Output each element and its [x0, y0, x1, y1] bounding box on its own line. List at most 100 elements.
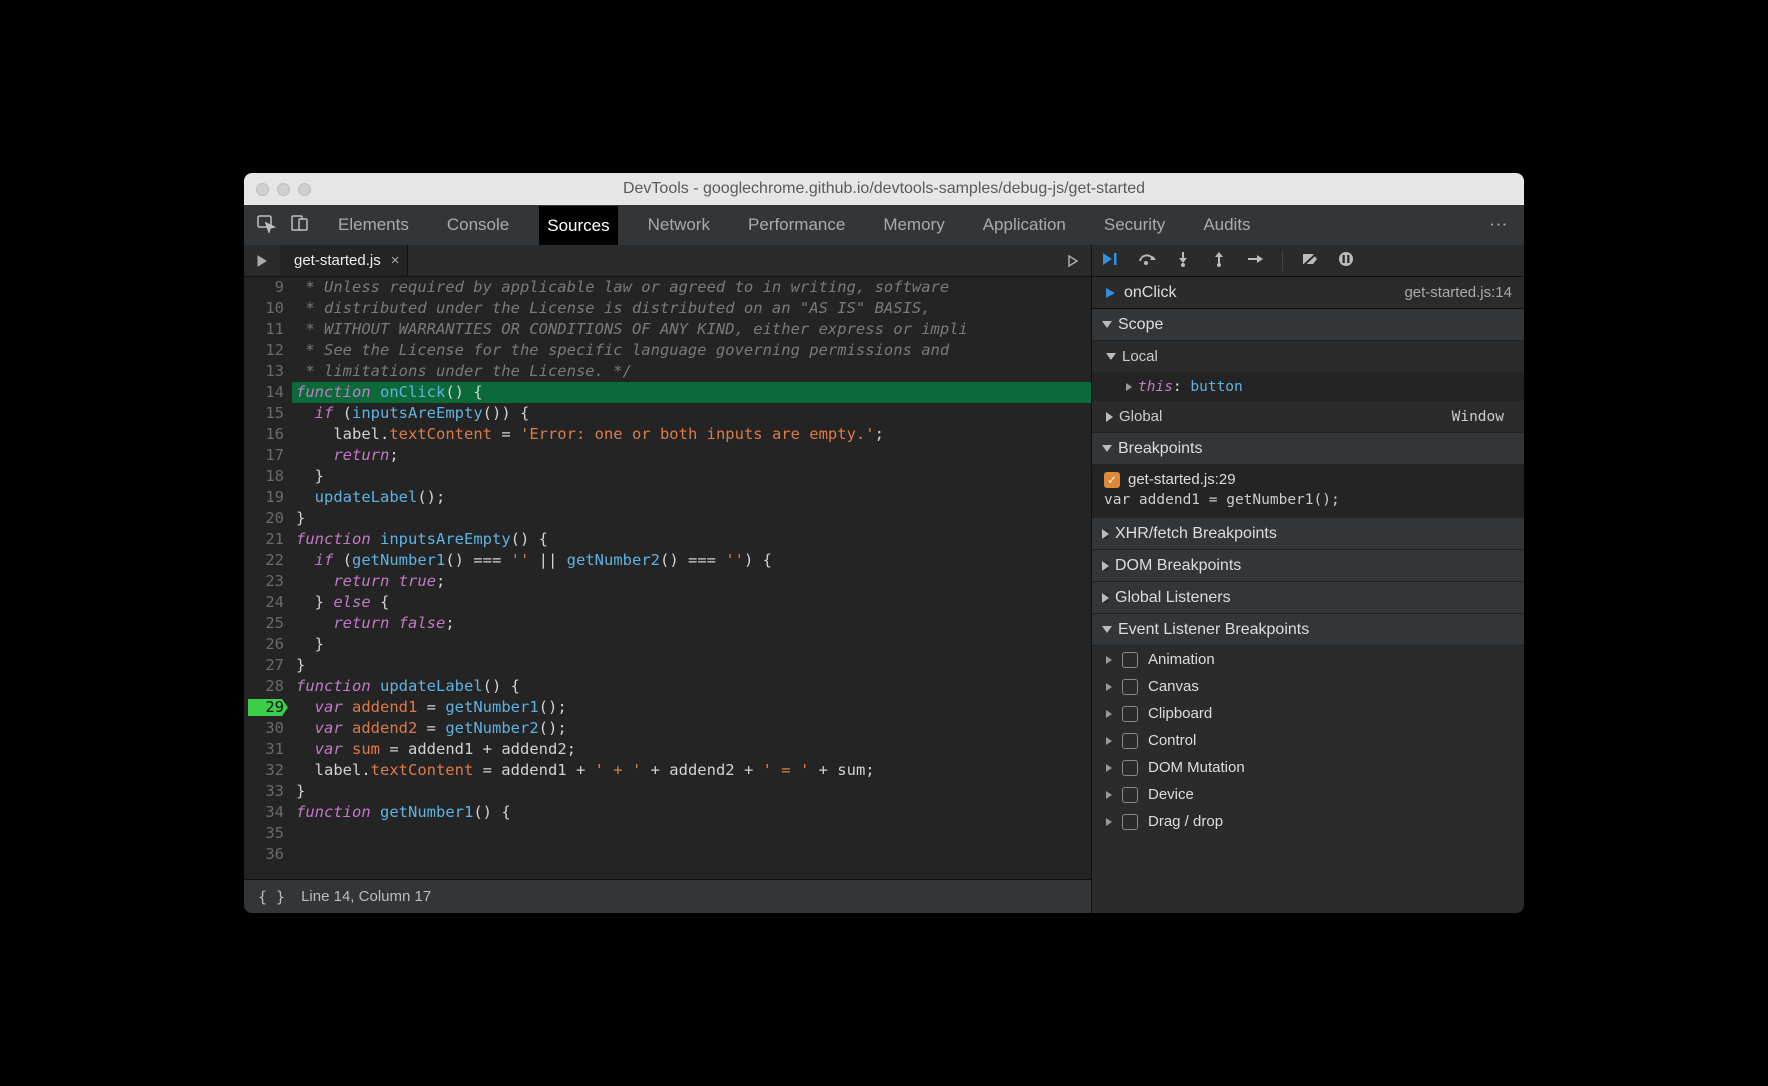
- section-header[interactable]: Global Listeners: [1092, 582, 1524, 614]
- tab-sources[interactable]: Sources: [539, 205, 617, 245]
- close-file-icon[interactable]: ×: [391, 252, 400, 269]
- pause-on-exceptions-icon[interactable]: [1337, 251, 1355, 271]
- checkbox-icon[interactable]: [1122, 733, 1138, 749]
- code-line[interactable]: function onClick() {: [292, 382, 1091, 403]
- gutter-line[interactable]: 35: [244, 823, 284, 844]
- checkbox-icon[interactable]: [1122, 679, 1138, 695]
- gutter-line[interactable]: 9: [244, 277, 284, 298]
- inspect-icon[interactable]: [256, 213, 276, 237]
- gutter-line[interactable]: 22: [244, 550, 284, 571]
- gutter-line[interactable]: 24: [244, 592, 284, 613]
- step-into-icon[interactable]: [1174, 251, 1192, 271]
- close-window-icon[interactable]: [256, 183, 269, 196]
- checkbox-icon[interactable]: [1122, 814, 1138, 830]
- code-line[interactable]: * Unless required by applicable law or a…: [296, 277, 1091, 298]
- scope-section-header[interactable]: Scope: [1092, 309, 1524, 341]
- step-icon[interactable]: [1246, 251, 1264, 271]
- gutter-line[interactable]: 10: [244, 298, 284, 319]
- section-header[interactable]: XHR/fetch Breakpoints: [1092, 518, 1524, 550]
- gutter-line[interactable]: 33: [244, 781, 284, 802]
- checkbox-icon[interactable]: [1122, 760, 1138, 776]
- code-line[interactable]: updateLabel();: [296, 487, 1091, 508]
- code-line[interactable]: var addend2 = getNumber2();: [296, 718, 1091, 739]
- gutter-line[interactable]: 16: [244, 424, 284, 445]
- gutter-line[interactable]: 14: [244, 382, 284, 403]
- gutter-line[interactable]: 19: [244, 487, 284, 508]
- more-menu-icon[interactable]: ⋮: [1482, 205, 1514, 245]
- gutter-line[interactable]: 34: [244, 802, 284, 823]
- device-toggle-icon[interactable]: [290, 213, 310, 237]
- tab-console[interactable]: Console: [439, 205, 517, 245]
- event-category-row[interactable]: Control: [1092, 727, 1524, 754]
- checkbox-icon[interactable]: [1122, 787, 1138, 803]
- breakpoint-row[interactable]: ✓get-started.js:29: [1104, 471, 1512, 488]
- checkbox-icon[interactable]: [1122, 706, 1138, 722]
- scope-global-header[interactable]: Global Window: [1092, 401, 1524, 433]
- code-line[interactable]: * distributed under the License is distr…: [296, 298, 1091, 319]
- gutter-line[interactable]: 32: [244, 760, 284, 781]
- gutter-line[interactable]: 36: [244, 844, 284, 865]
- gutter-line[interactable]: 17: [244, 445, 284, 466]
- gutter-line[interactable]: 13: [244, 361, 284, 382]
- gutter-line[interactable]: 15: [244, 403, 284, 424]
- code-editor[interactable]: 9101112131415161718192021222324252627282…: [244, 277, 1091, 879]
- breakpoint-checkbox-icon[interactable]: ✓: [1104, 472, 1120, 488]
- code-line[interactable]: label.textContent = 'Error: one or both …: [296, 424, 1091, 445]
- gutter-line[interactable]: 18: [244, 466, 284, 487]
- show-navigator-icon[interactable]: [244, 245, 280, 276]
- event-category-row[interactable]: Canvas: [1092, 673, 1524, 700]
- tab-audits[interactable]: Audits: [1195, 205, 1258, 245]
- tab-network[interactable]: Network: [640, 205, 718, 245]
- show-debugger-icon[interactable]: [1055, 245, 1091, 276]
- code-line[interactable]: return false;: [296, 613, 1091, 634]
- code-line[interactable]: return;: [296, 445, 1091, 466]
- code-line[interactable]: [296, 823, 1091, 844]
- scope-local-header[interactable]: Local: [1092, 341, 1524, 373]
- code-line[interactable]: if (getNumber1() === '' || getNumber2() …: [296, 550, 1091, 571]
- code-line[interactable]: * limitations under the License. */: [296, 361, 1091, 382]
- gutter-line[interactable]: 23: [244, 571, 284, 592]
- gutter-line[interactable]: 21: [244, 529, 284, 550]
- section-header[interactable]: DOM Breakpoints: [1092, 550, 1524, 582]
- file-tab-get-started[interactable]: get-started.js ×: [280, 245, 408, 276]
- code-line[interactable]: * See the License for the specific langu…: [296, 340, 1091, 361]
- gutter-line[interactable]: 31: [244, 739, 284, 760]
- scope-variable-row[interactable]: this: button: [1092, 377, 1524, 397]
- resume-icon[interactable]: [1102, 251, 1120, 271]
- event-listener-breakpoints-header[interactable]: Event Listener Breakpoints: [1092, 614, 1524, 646]
- breakpoints-section-header[interactable]: Breakpoints: [1092, 433, 1524, 465]
- gutter-line[interactable]: 28: [244, 676, 284, 697]
- tab-application[interactable]: Application: [975, 205, 1074, 245]
- step-out-icon[interactable]: [1210, 251, 1228, 271]
- event-category-row[interactable]: Device: [1092, 781, 1524, 808]
- gutter-line[interactable]: 30: [244, 718, 284, 739]
- checkbox-icon[interactable]: [1122, 652, 1138, 668]
- code-line[interactable]: return true;: [296, 571, 1091, 592]
- code-line[interactable]: }: [296, 655, 1091, 676]
- event-category-row[interactable]: Drag / drop: [1092, 808, 1524, 835]
- minimize-window-icon[interactable]: [277, 183, 290, 196]
- code-line[interactable]: }: [296, 466, 1091, 487]
- code-line[interactable]: }: [296, 634, 1091, 655]
- event-category-row[interactable]: Animation: [1092, 646, 1524, 673]
- gutter-line[interactable]: 12: [244, 340, 284, 361]
- tab-security[interactable]: Security: [1096, 205, 1173, 245]
- call-frame-row[interactable]: onClick get-started.js:14: [1092, 277, 1524, 309]
- tab-performance[interactable]: Performance: [740, 205, 853, 245]
- gutter-line[interactable]: 20: [244, 508, 284, 529]
- gutter-line[interactable]: 25: [244, 613, 284, 634]
- tab-memory[interactable]: Memory: [875, 205, 952, 245]
- zoom-window-icon[interactable]: [298, 183, 311, 196]
- code-line[interactable]: function updateLabel() {: [296, 676, 1091, 697]
- code-line[interactable]: var sum = addend1 + addend2;: [296, 739, 1091, 760]
- event-category-row[interactable]: Clipboard: [1092, 700, 1524, 727]
- step-over-icon[interactable]: [1138, 251, 1156, 271]
- gutter-line[interactable]: 27: [244, 655, 284, 676]
- event-category-row[interactable]: DOM Mutation: [1092, 754, 1524, 781]
- code-line[interactable]: }: [296, 508, 1091, 529]
- code-line[interactable]: }: [296, 781, 1091, 802]
- deactivate-breakpoints-icon[interactable]: [1301, 251, 1319, 271]
- code-line[interactable]: function getNumber1() {: [296, 802, 1091, 823]
- code-line[interactable]: label.textContent = addend1 + ' + ' + ad…: [296, 760, 1091, 781]
- code-line[interactable]: function inputsAreEmpty() {: [296, 529, 1091, 550]
